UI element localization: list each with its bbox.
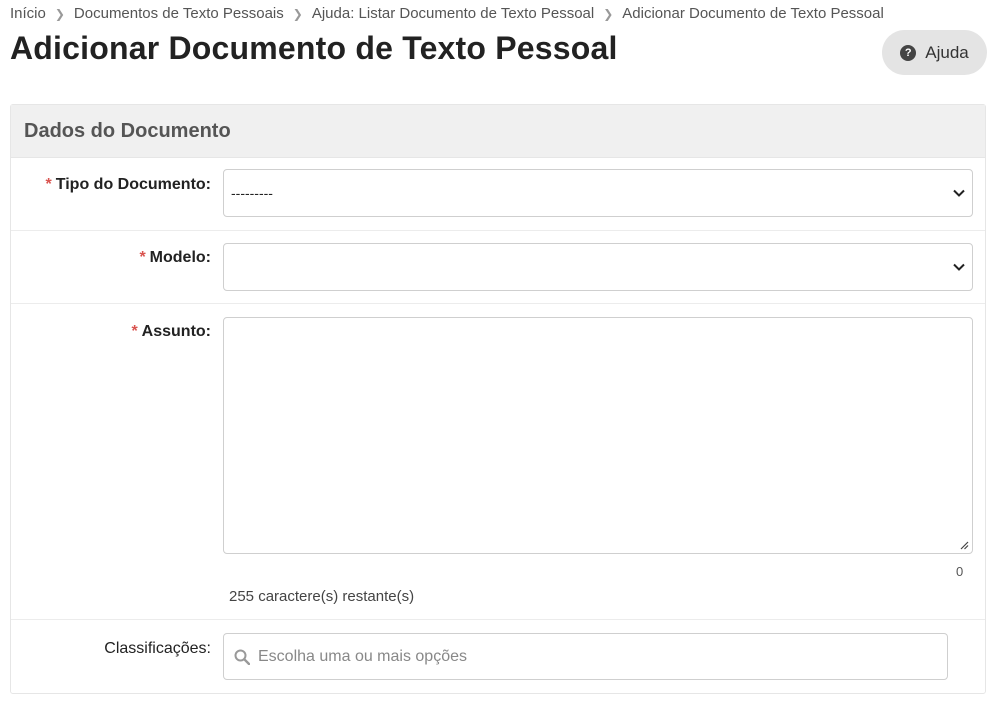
tipo-documento-select[interactable]: --------- [223,169,973,217]
chevron-down-icon [953,189,965,197]
divider [11,230,985,231]
page-title: Adicionar Documento de Texto Pessoal [10,30,618,66]
breadcrumb-link-ajuda-listar[interactable]: Ajuda: Listar Documento de Texto Pessoal [312,5,594,22]
divider [11,303,985,304]
classificacoes-placeholder: Escolha uma ou mais opções [258,647,467,665]
help-button[interactable]: ? Ajuda [882,30,987,75]
resize-handle-icon[interactable] [960,541,969,550]
chevron-right-icon: ❯ [292,6,303,21]
document-data-panel: Dados do Documento * Tipo do Documento: -… [10,104,986,694]
divider [11,619,985,620]
breadcrumb-link-inicio[interactable]: Início [10,5,46,22]
panel-header: Dados do Documento [11,105,985,158]
chevron-down-icon [953,263,965,271]
help-button-label: Ajuda [925,42,969,62]
breadcrumb-current: Adicionar Documento de Texto Pessoal [622,5,884,22]
assunto-textarea[interactable] [223,317,973,554]
question-circle-icon: ? [900,44,917,61]
assunto-label: * Assunto: [131,323,211,340]
modelo-label: * Modelo: [139,249,211,266]
required-asterisk: * [139,249,146,266]
assunto-character-count: 0 [956,564,964,579]
required-asterisk: * [45,176,52,193]
search-icon [234,649,250,665]
classificacoes-multiselect[interactable]: Escolha uma ou mais opções [223,633,948,680]
breadcrumb: Início ❯ Documentos de Texto Pessoais ❯ … [10,5,884,22]
required-asterisk: * [131,323,138,340]
chevron-right-icon: ❯ [54,6,65,21]
assunto-remaining-chars: 255 caractere(s) restante(s) [229,588,415,605]
modelo-select[interactable] [223,243,973,291]
tipo-documento-value: --------- [231,185,273,201]
breadcrumb-link-documentos[interactable]: Documentos de Texto Pessoais [74,5,284,22]
chevron-right-icon: ❯ [603,6,614,21]
panel-title: Dados do Documento [24,119,231,142]
classificacoes-label: Classificações: [104,640,211,657]
tipo-documento-label: * Tipo do Documento: [45,176,211,193]
